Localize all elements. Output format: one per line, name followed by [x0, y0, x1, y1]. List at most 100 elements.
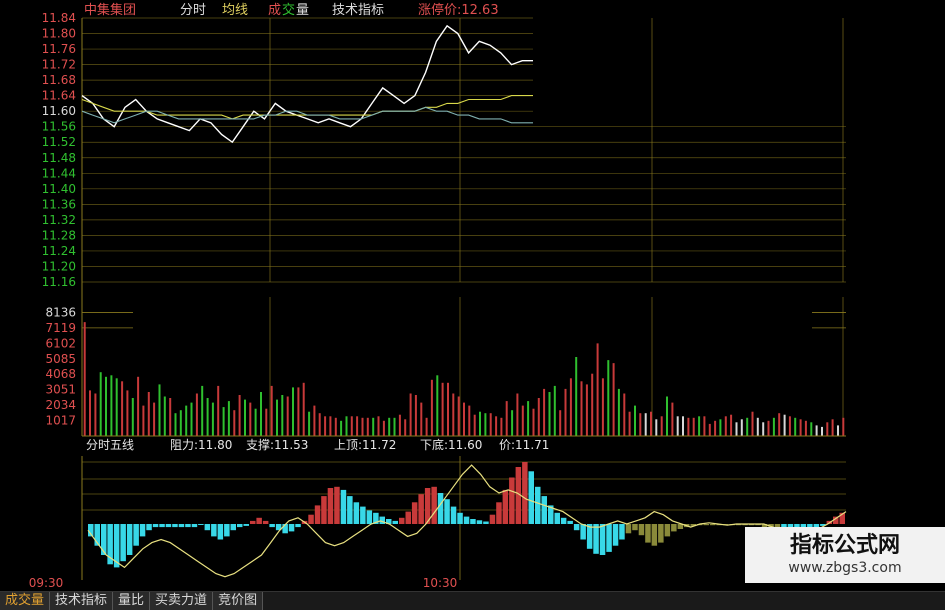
- volume-tick-label: 2034: [45, 398, 76, 412]
- indicator-bar: [567, 520, 573, 524]
- indicator-bar: [334, 486, 340, 524]
- indicator-bar: [541, 496, 547, 524]
- indicator-bar: [476, 520, 483, 524]
- price-tick-label: 11.76: [42, 42, 76, 56]
- indicator-bar: [431, 486, 437, 524]
- indicator-bar: [586, 524, 593, 549]
- indicator-bar: [133, 524, 139, 546]
- indicator-bar: [411, 502, 418, 524]
- price-tick-label: 11.28: [42, 228, 76, 242]
- indicator-bar: [599, 524, 606, 555]
- indicator-bar: [250, 520, 256, 524]
- indicator-bar: [165, 524, 172, 528]
- indicator-bar: [522, 462, 528, 524]
- indicator-bar: [509, 477, 515, 524]
- tab-buy-sell-power[interactable]: 买卖力道: [150, 592, 214, 610]
- indicator-label: 下底:11.60: [420, 437, 482, 452]
- price-tick-label: 11.56: [42, 120, 76, 134]
- indicator-bar: [379, 516, 385, 524]
- indicator-bar: [146, 524, 152, 531]
- indicator-bar: [262, 520, 269, 524]
- indicator-bar: [573, 524, 580, 531]
- volume-tick-label: 5085: [45, 352, 76, 366]
- indicator-bar: [606, 524, 612, 552]
- tab-auction-chart[interactable]: 竞价图: [213, 592, 264, 610]
- indicator-bar: [139, 524, 146, 537]
- price-tick-label: 11.80: [42, 27, 76, 41]
- indicator-bar: [366, 510, 373, 524]
- indicator-bar: [418, 494, 424, 524]
- indicator-bar: [288, 524, 295, 532]
- indicator-bar: [308, 514, 314, 524]
- indicator-bar: [450, 506, 457, 524]
- volume-tick-label: 3051: [45, 383, 76, 397]
- time-label-mid: 10:30: [423, 576, 458, 590]
- indicator-bar: [664, 524, 671, 537]
- indicator-bar: [638, 524, 645, 536]
- indicator-bar: [295, 524, 301, 528]
- indicator-bar: [709, 524, 716, 526]
- indicator-bar: [392, 520, 398, 524]
- indicator-bar: [483, 521, 489, 524]
- price-tick-label: 11.72: [42, 58, 76, 72]
- indicator-bar: [172, 524, 178, 528]
- indicator-bar: [535, 486, 541, 524]
- price-tick-label: 11.44: [42, 166, 76, 180]
- indicator-bar: [256, 517, 262, 524]
- indicator-bar: [444, 499, 450, 524]
- indicator-bar: [204, 524, 211, 531]
- price-tick-label: 11.16: [42, 275, 76, 289]
- indicator-bar: [314, 505, 321, 524]
- volume-tick-label: 6102: [45, 336, 76, 350]
- price-tick-label: 11.84: [42, 11, 76, 25]
- price-line: [81, 24, 533, 144]
- indicator-bar: [321, 496, 327, 524]
- header-volume-3: 量: [296, 3, 309, 18]
- price-tick-label: 11.60: [42, 104, 76, 118]
- volume-tick-label: 4068: [45, 367, 76, 381]
- indicator-bar: [463, 516, 470, 524]
- watermark-logo: 指标公式网 www.zbgs3.com: [745, 527, 945, 583]
- tab-volume[interactable]: 成交量: [0, 592, 51, 610]
- indicator-bar: [619, 524, 625, 540]
- indicator-bar: [269, 524, 275, 528]
- price-tick-label: 11.48: [42, 151, 76, 165]
- indicator-bar: [340, 489, 347, 524]
- indicator-bar: [211, 524, 217, 537]
- indicator-bar: [645, 524, 651, 543]
- indicator-bar: [191, 524, 198, 528]
- intraday-chart[interactable]: 中集集团 分时 均线成交量技术指标 涨停价:12.6311.8411.8011.761…: [0, 0, 945, 609]
- indicator-bar: [159, 524, 165, 528]
- indicator-bar: [198, 524, 204, 525]
- indicator-bar: [658, 524, 664, 543]
- indicator-bar: [632, 524, 638, 531]
- indicator-bar: [120, 524, 126, 562]
- indicator-label: 价:11.71: [499, 438, 549, 452]
- watermark-url: www.zbgs3.com: [788, 560, 902, 576]
- header-stock-name: 中集集团: [84, 2, 136, 18]
- indicator-bar: [580, 524, 586, 540]
- indicator-bar: [178, 524, 185, 528]
- indicator-bar: [496, 502, 502, 524]
- indicator-bar: [703, 524, 709, 526]
- volume-tick-label: 8136: [45, 305, 76, 319]
- indicator-bar: [237, 524, 243, 528]
- indicator-label: 分时五线: [86, 438, 134, 452]
- indicator-bar: [217, 524, 224, 540]
- indicator-bar: [399, 517, 405, 524]
- tab-volume-ratio[interactable]: 量比: [113, 592, 151, 610]
- indicator-bar: [152, 524, 159, 528]
- indicator-bar: [560, 517, 567, 524]
- indicator-bar: [489, 514, 496, 524]
- bottom-tab-bar: 成交量 技术指标 量比 买卖力道 竞价图: [0, 591, 945, 610]
- indicator-bar: [457, 512, 463, 524]
- time-label-start: 09:30: [29, 576, 64, 590]
- price-tick-label: 11.68: [42, 73, 76, 87]
- tab-technical-indicator[interactable]: 技术指标: [50, 592, 114, 610]
- header-tech-indicator: 技术指标: [332, 3, 384, 18]
- price-tick-label: 11.64: [42, 89, 76, 103]
- indicator-label: 支撑:11.53: [246, 437, 308, 452]
- indicator-label: 阻力:11.80: [170, 438, 232, 452]
- price-tick-label: 11.24: [42, 244, 76, 258]
- indicator-bar: [671, 524, 677, 532]
